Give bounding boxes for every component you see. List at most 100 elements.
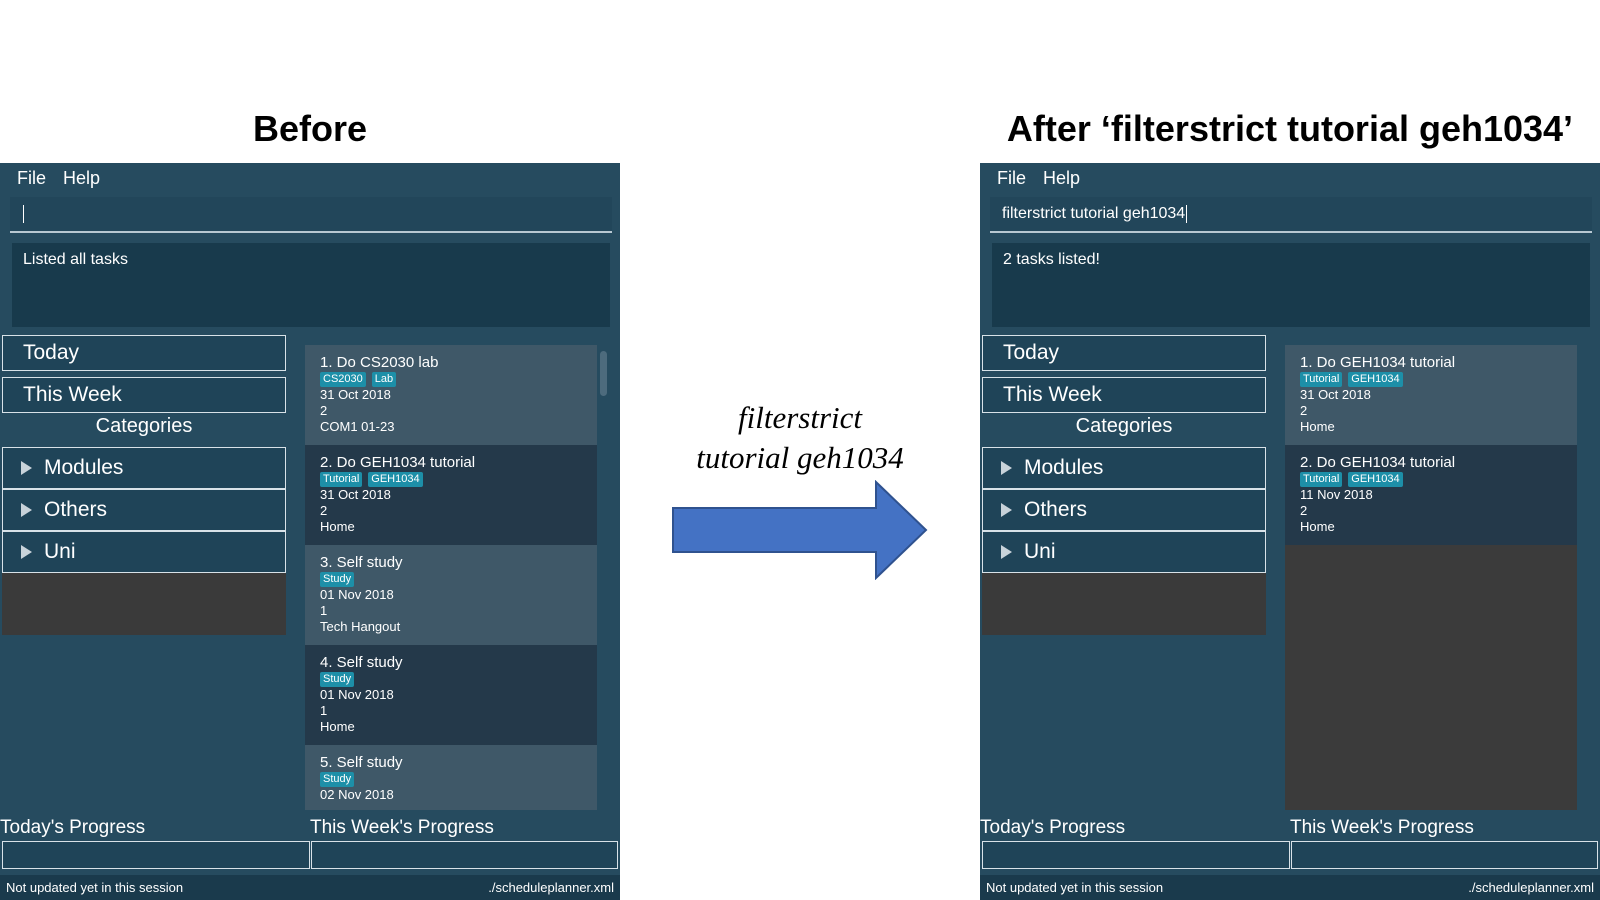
tag-row: Study [320, 672, 582, 687]
categories-title: Categories [1075, 415, 1173, 437]
expand-triangle-icon[interactable] [21, 503, 32, 517]
tag: Study [320, 672, 355, 687]
before-caption: Before [252, 108, 368, 149]
menu-file[interactable]: File [17, 168, 46, 189]
task-venue: COM1 01-23 [320, 419, 395, 434]
tree-item-label: Uni [44, 540, 76, 563]
tag-row: CS2030 Lab [320, 372, 582, 387]
sidebar: Today This Week Categories Modules Other… [0, 335, 288, 805]
task-date: 01 Nov 2018 [320, 587, 394, 602]
task-list: 1. Do GEH1034 tutorial Tutorial GEH1034 … [1285, 345, 1577, 810]
task-title: 1. Do GEH1034 tutorial [1300, 354, 1456, 371]
expand-triangle-icon[interactable] [1001, 545, 1012, 559]
task-venue: Home [320, 719, 355, 734]
task-card[interactable]: 2. Do GEH1034 tutorial Tutorial GEH1034 … [305, 445, 597, 545]
tree-item-modules[interactable]: Modules [2, 447, 286, 489]
task-date: 31 Oct 2018 [320, 487, 391, 502]
today-button[interactable]: Today [2, 335, 286, 371]
expand-triangle-icon[interactable] [21, 545, 32, 559]
task-title: 2. Do GEH1034 tutorial [1300, 454, 1456, 471]
task-date: 11 Nov 2018 [1300, 487, 1373, 502]
tag: Tutorial [1300, 372, 1343, 387]
save-location: ./scheduleplanner.xml [488, 880, 614, 895]
task-date: 31 Oct 2018 [1300, 387, 1371, 402]
menu-bar: File Help [980, 163, 1600, 193]
command-box[interactable] [10, 197, 612, 233]
task-priority: 1 [320, 703, 328, 718]
menu-help[interactable]: Help [1043, 168, 1080, 189]
sync-status: Not updated yet in this session [6, 880, 184, 895]
text-caret [23, 205, 24, 223]
tree-item-uni[interactable]: Uni [982, 531, 1266, 573]
weeks-progress-bar [311, 841, 618, 869]
task-card[interactable]: 4. Self study Study 01 Nov 2018 1 Home [305, 645, 597, 745]
tag: Lab [371, 372, 397, 387]
tree-item-label: Others [1024, 498, 1088, 521]
app-window-before: File Help Listed all tasks Today This We… [0, 163, 620, 900]
tree-item-others[interactable]: Others [982, 489, 1266, 531]
task-priority: 2 [320, 503, 328, 518]
task-list-scrollbar[interactable] [597, 345, 611, 810]
expand-triangle-icon[interactable] [1001, 461, 1012, 475]
task-card[interactable]: 3. Self study Study 01 Nov 2018 1 Tech H… [305, 545, 597, 645]
tag: GEH1034 [1348, 372, 1403, 387]
command-annotation: filterstrict tutorial geh1034 [670, 398, 930, 478]
task-title: 3. Self study [320, 554, 403, 571]
expand-triangle-icon[interactable] [1001, 503, 1012, 517]
status-bar: Not updated yet in this session ./schedu… [980, 875, 1600, 900]
tag: Tutorial [320, 472, 363, 487]
todays-progress-bar [2, 841, 310, 869]
tree-item-others[interactable]: Others [2, 489, 286, 531]
expand-triangle-icon[interactable] [21, 461, 32, 475]
tag: Tutorial [1300, 472, 1343, 487]
task-priority: 2 [1300, 403, 1308, 418]
menu-help[interactable]: Help [63, 168, 100, 189]
tag: GEH1034 [368, 472, 423, 487]
tag-row: Study [320, 572, 582, 587]
this-week-button[interactable]: This Week [982, 377, 1266, 413]
result-text: Listed all tasks [23, 251, 128, 268]
task-venue: Home [320, 519, 355, 534]
result-display: 2 tasks listed! [992, 243, 1590, 327]
menu-file[interactable]: File [997, 168, 1026, 189]
task-card[interactable]: 2. Do GEH1034 tutorial Tutorial GEH1034 … [1285, 445, 1577, 545]
tag: GEH1034 [1348, 472, 1403, 487]
tree-item-modules[interactable]: Modules [982, 447, 1266, 489]
command-box[interactable]: filterstrict tutorial geh1034 [990, 197, 1592, 233]
tree-item-label: Modules [44, 456, 124, 479]
weeks-progress-label: This Week's Progress [1290, 817, 1474, 838]
task-card[interactable]: 5. Self study Study 02 Nov 2018 [305, 745, 597, 810]
sync-status: Not updated yet in this session [986, 880, 1164, 895]
today-button[interactable]: Today [982, 335, 1266, 371]
task-list: 1. Do CS2030 lab CS2030 Lab 31 Oct 2018 … [305, 345, 597, 810]
this-week-button[interactable]: This Week [2, 377, 286, 413]
tree-empty-area [2, 573, 286, 635]
categories-title: Categories [95, 415, 193, 437]
tree-item-label: Modules [1024, 456, 1104, 479]
annotation-line-2: tutorial geh1034 [696, 440, 904, 475]
annotation-line-1: filterstrict [738, 400, 862, 435]
tree-item-label: Others [44, 498, 108, 521]
tree-empty-area [982, 573, 1266, 635]
task-priority: 1 [320, 603, 328, 618]
task-title: 5. Self study [320, 754, 403, 771]
tag-row: Tutorial GEH1034 [1300, 372, 1562, 387]
tree-item-uni[interactable]: Uni [2, 531, 286, 573]
task-date: 02 Nov 2018 [320, 787, 394, 802]
task-card[interactable]: 1. Do GEH1034 tutorial Tutorial GEH1034 … [1285, 345, 1577, 445]
result-display: Listed all tasks [12, 243, 610, 327]
sidebar: Today This Week Categories Modules Other… [980, 335, 1268, 805]
save-location: ./scheduleplanner.xml [1468, 880, 1594, 895]
result-text: 2 tasks listed! [1003, 251, 1100, 268]
task-title: 2. Do GEH1034 tutorial [320, 454, 476, 471]
after-caption: After ‘filterstrict tutorial geh1034’ [1006, 108, 1574, 149]
tag: Study [320, 772, 355, 787]
task-title: 1. Do CS2030 lab [320, 354, 439, 371]
scrollbar-thumb[interactable] [600, 351, 607, 396]
weeks-progress-bar [1291, 841, 1598, 869]
tree-item-label: Uni [1024, 540, 1056, 563]
task-priority: 2 [1300, 503, 1308, 518]
task-card[interactable]: 1. Do CS2030 lab CS2030 Lab 31 Oct 2018 … [305, 345, 597, 445]
task-venue: Home [1300, 519, 1335, 534]
command-input-text[interactable]: filterstrict tutorial geh1034 [1002, 205, 1185, 222]
